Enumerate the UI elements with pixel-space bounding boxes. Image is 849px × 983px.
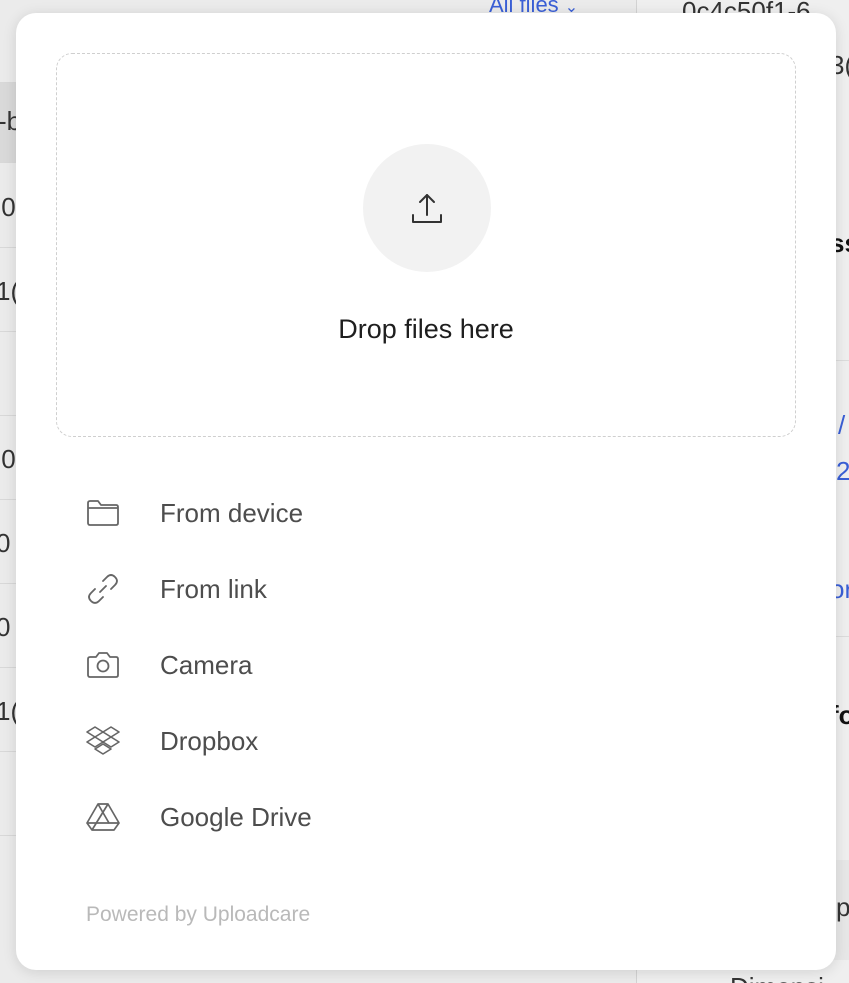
google-drive-icon [86, 795, 130, 839]
link-icon [86, 567, 130, 611]
drop-files-label: Drop files here [338, 314, 514, 344]
details-fragment: Dimensi [730, 972, 824, 983]
source-label: Google Drive [160, 801, 312, 832]
source-list: From device From link Camera Dropbox Goo… [86, 475, 766, 855]
file-row-fragment: 0 [0, 612, 11, 642]
source-from-device[interactable]: From device [86, 475, 766, 551]
drop-zone[interactable]: Drop files here [56, 53, 796, 437]
file-row-fragment: 0 [0, 528, 11, 558]
source-label: Dropbox [160, 725, 259, 756]
source-camera[interactable]: Camera [86, 627, 766, 703]
dropbox-icon [86, 719, 130, 763]
camera-icon [86, 643, 130, 687]
folder-icon [86, 491, 130, 535]
upload-icon [412, 194, 442, 223]
source-label: Camera [160, 649, 253, 680]
source-google-drive[interactable]: Google Drive [86, 779, 766, 855]
powered-by-footer: Powered by Uploadcare [86, 903, 311, 926]
file-row-fragment: .0 [0, 444, 16, 474]
source-from-link[interactable]: From link [86, 551, 766, 627]
source-label: From device [160, 497, 304, 528]
file-row-fragment: .0 [0, 192, 16, 222]
details-fragment: p [836, 892, 849, 922]
source-label: From link [160, 573, 267, 604]
source-dropbox[interactable]: Dropbox [86, 703, 766, 779]
details-link-fragment: 2 [836, 456, 849, 486]
upload-modal: Drop files here From device From link Ca… [16, 13, 836, 970]
upload-button[interactable] [363, 144, 491, 272]
details-link-fragment: / [838, 410, 846, 440]
